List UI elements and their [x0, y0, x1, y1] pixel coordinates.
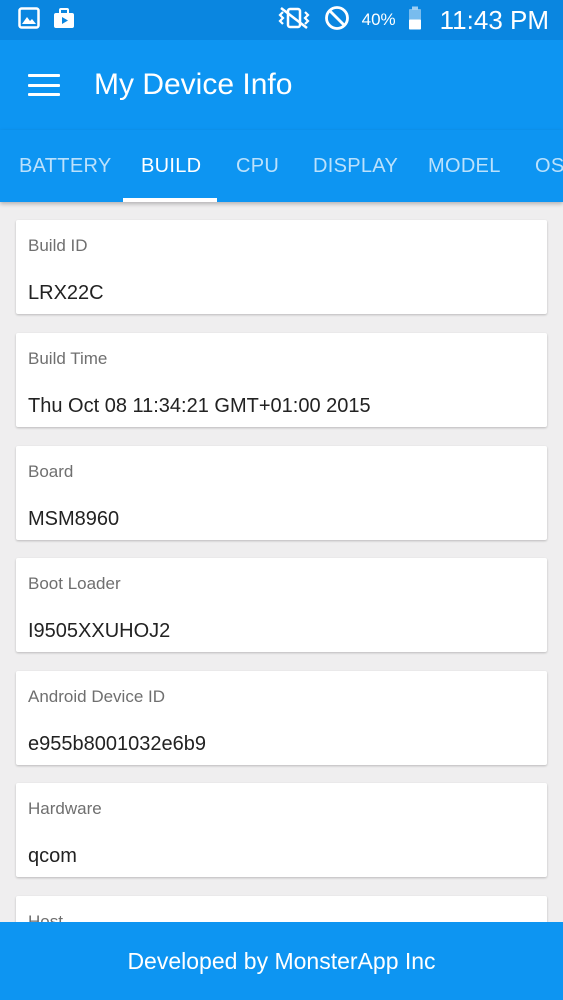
vibrate-icon: [276, 6, 312, 35]
info-card-android-device-id: Android Device ID e955b8001032e6b9: [16, 671, 547, 765]
card-label: Android Device ID: [28, 687, 166, 706]
info-card-host: Host: [16, 896, 547, 922]
info-card-boot-loader: Boot Loader I9505XXUHOJ2: [16, 558, 547, 652]
tab-display[interactable]: DISPLAY: [313, 130, 398, 202]
card-label: Build Time: [28, 349, 108, 368]
card-label: Board: [28, 462, 74, 481]
card-value: qcom: [28, 845, 77, 867]
battery-icon: [408, 6, 422, 35]
info-card-hardware: Hardware qcom: [16, 783, 547, 877]
tab-os[interactable]: OS: [535, 130, 563, 202]
card-label: Build ID: [28, 236, 88, 255]
tab-model[interactable]: MODEL: [428, 130, 501, 202]
block-icon: [324, 5, 350, 36]
info-card-board: Board MSM8960: [16, 446, 547, 540]
tab-cpu[interactable]: CPU: [236, 130, 279, 202]
tab-bar: BATTERY BUILD CPU DISPLAY MODEL OS: [0, 130, 563, 202]
card-value: e955b8001032e6b9: [28, 733, 206, 755]
battery-percent: 40%: [361, 10, 396, 29]
card-value: LRX22C: [28, 282, 104, 304]
card-value: MSM8960: [28, 508, 120, 530]
card-label: Hardware: [28, 799, 102, 818]
status-bar-left: [18, 6, 76, 34]
tab-build[interactable]: BUILD: [141, 130, 201, 202]
footer-banner: Developed by MonsterApp Inc: [0, 922, 563, 1000]
card-value: Thu Oct 08 11:34:21 GMT+01:00 2015: [28, 395, 371, 417]
app-title: My Device Info: [94, 68, 293, 101]
hamburger-menu-icon[interactable]: [28, 74, 60, 96]
card-label: Boot Loader: [28, 574, 121, 593]
status-bar-right: 40% 11:43 PM: [276, 5, 549, 36]
info-card-build-time: Build Time Thu Oct 08 11:34:21 GMT+01:00…: [16, 333, 547, 427]
status-bar: 40% 11:43 PM: [0, 0, 563, 40]
tab-battery[interactable]: BATTERY: [19, 130, 112, 202]
media-icon: [52, 7, 76, 34]
build-info-list[interactable]: Build ID LRX22C Build Time Thu Oct 08 11…: [0, 202, 563, 922]
card-value: I9505XXUHOJ2: [28, 620, 171, 642]
status-time: 11:43 PM: [439, 4, 549, 35]
card-label: Host: [28, 912, 63, 922]
app-bar: My Device Info: [0, 40, 563, 130]
gallery-icon: [18, 6, 40, 34]
info-card-build-id: Build ID LRX22C: [16, 220, 547, 314]
footer-text: Developed by MonsterApp Inc: [127, 947, 436, 974]
